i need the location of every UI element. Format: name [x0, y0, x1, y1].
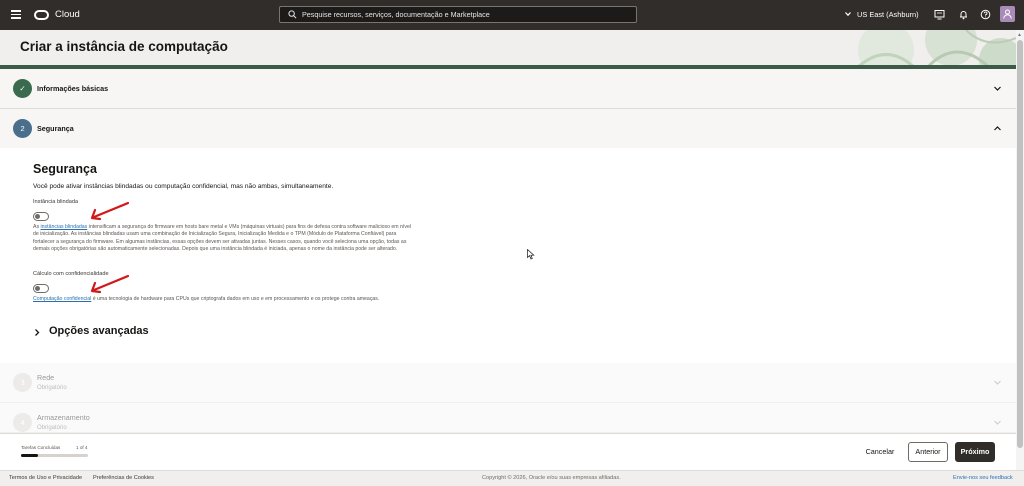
step-security[interactable]: 2 Segurança [0, 109, 1016, 149]
progress-label: Tarefas Concluídas [21, 445, 61, 450]
region-selector[interactable]: US East (Ashburn) [857, 10, 919, 19]
mouse-cursor-icon [527, 249, 535, 260]
step-subtitle: Obrigatório [37, 425, 67, 431]
shielded-instance-label: Instância blindada [33, 199, 79, 205]
section-description: Você pode ativar instâncias blindadas ou… [33, 183, 334, 190]
page-header: Criar a instância de computação [0, 30, 1016, 69]
chevron-right-icon [35, 329, 40, 336]
top-navigation-bar: Cloud Pesquise recursos, serviços, docum… [0, 0, 1024, 30]
user-avatar[interactable] [1000, 6, 1015, 22]
security-panel: Segurança Você pode ativar instâncias bl… [0, 148, 1016, 363]
terms-link[interactable]: Termos de Uso e Privacidade [9, 475, 82, 481]
advanced-options-label: Opções avançadas [49, 325, 149, 337]
wizard-action-bar: Tarefas Concluídas 1 of 4 Cancelar Anter… [0, 433, 1016, 470]
step-complete-icon: ✓ [13, 79, 32, 98]
step-subtitle: Obrigatório [37, 385, 67, 391]
shielded-instance-help: As instâncias blindadas intensificam a s… [33, 224, 412, 252]
step-number: 4 [13, 413, 32, 432]
search-placeholder: Pesquise recursos, serviços, documentaçã… [302, 10, 490, 19]
progress-bar [21, 454, 88, 457]
annotation-arrow-icon [90, 274, 130, 294]
step-title: Informações básicas [37, 84, 109, 93]
search-icon [288, 10, 297, 19]
shielded-instance-toggle[interactable] [33, 212, 49, 221]
step-title: Segurança [37, 124, 74, 133]
help-icon[interactable] [980, 9, 991, 20]
next-button[interactable]: Próximo [955, 442, 995, 462]
step-number: 3 [13, 373, 32, 392]
user-icon [1003, 9, 1012, 19]
bell-icon[interactable] [958, 9, 969, 20]
oracle-logo-icon[interactable] [34, 10, 49, 20]
developer-tools-icon[interactable] [934, 9, 945, 20]
feedback-link[interactable]: Envie-nos seu feedback [953, 475, 1013, 481]
confidential-computing-link[interactable]: Computação confidencial [33, 296, 91, 302]
scrollbar-thumb[interactable] [1017, 40, 1023, 448]
chevron-down-icon[interactable] [993, 84, 1002, 93]
scroll-up-icon[interactable]: ▲ [1017, 32, 1022, 38]
chevron-down-icon [994, 420, 1001, 425]
cancel-button[interactable]: Cancelar [860, 442, 900, 462]
step-number: 2 [13, 119, 32, 138]
copyright-text: Copyright © 2026, Oracle e/ou suas empre… [482, 475, 621, 481]
chevron-up-icon[interactable] [993, 124, 1002, 133]
annotation-arrow-icon [90, 201, 130, 221]
step-storage: 4 Armazenamento Obrigatório [0, 403, 1016, 433]
shielded-instance-link[interactable]: instâncias blindadas [41, 224, 88, 230]
header-decoration [854, 30, 1016, 69]
search-input[interactable]: Pesquise recursos, serviços, documentaçã… [279, 6, 637, 23]
confidential-computing-toggle[interactable] [33, 284, 49, 293]
vertical-scrollbar[interactable]: ▲ [1016, 30, 1024, 470]
legal-footer: Termos de Uso e Privacidade Preferências… [0, 470, 1024, 486]
cookie-preferences-link[interactable]: Preferências de Cookies [93, 475, 154, 481]
section-title: Segurança [33, 162, 97, 176]
step-title: Armazenamento [37, 413, 90, 422]
chevron-down-icon [994, 380, 1001, 385]
brand-label[interactable]: Cloud [55, 9, 80, 20]
progress-count: 1 of 4 [76, 445, 88, 450]
menu-icon[interactable] [11, 10, 21, 19]
progress-fill [21, 454, 38, 457]
step-basic-info[interactable]: ✓ Informações básicas [0, 69, 1016, 109]
page-title: Criar a instância de computação [20, 39, 228, 54]
step-network: 3 Rede Obrigatório [0, 363, 1016, 403]
confidential-computing-help: Computação confidencial é uma tecnologia… [33, 296, 380, 302]
previous-button[interactable]: Anterior [908, 442, 948, 462]
step-title: Rede [37, 373, 55, 382]
chevron-down-icon[interactable] [844, 10, 852, 18]
